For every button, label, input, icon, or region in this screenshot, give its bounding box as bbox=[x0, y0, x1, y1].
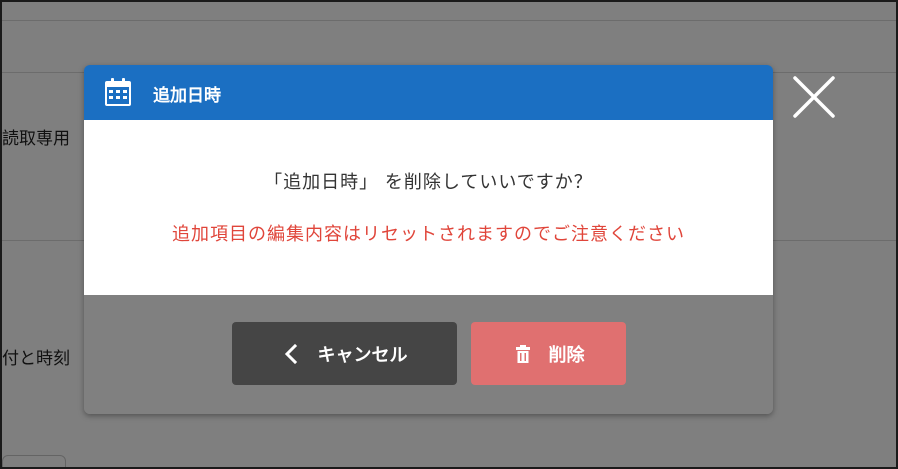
dialog-body: 「追加日時」 を削除していいですか？ 追加項目の編集内容はリセットされますのでご… bbox=[84, 120, 773, 295]
cancel-button-label: キャンセル bbox=[317, 344, 408, 366]
cancel-button[interactable]: キャンセル bbox=[232, 322, 457, 385]
delete-button[interactable]: 削除 bbox=[471, 322, 626, 385]
dialog-footer: キャンセル 削除 bbox=[84, 295, 773, 414]
dialog-title: 追加日時 bbox=[153, 86, 221, 106]
delete-button-label: 削除 bbox=[548, 344, 585, 366]
trash-icon bbox=[513, 344, 533, 364]
reset-warning-message: 追加項目の編集内容はリセットされますのでご注意ください bbox=[172, 224, 685, 245]
chevron-left-icon bbox=[282, 343, 302, 364]
confirm-message: 「追加日時」 を削除していいですか？ bbox=[264, 172, 593, 193]
delete-confirm-dialog: 追加日時 「追加日時」 を削除していいですか？ 追加項目の編集内容はリセットされ… bbox=[84, 65, 773, 414]
screen-frame: 読取専用 付と時刻 bbox=[0, 0, 898, 469]
calendar-icon bbox=[102, 76, 134, 108]
dialog-header: 追加日時 bbox=[84, 65, 773, 120]
close-icon[interactable] bbox=[791, 74, 837, 120]
